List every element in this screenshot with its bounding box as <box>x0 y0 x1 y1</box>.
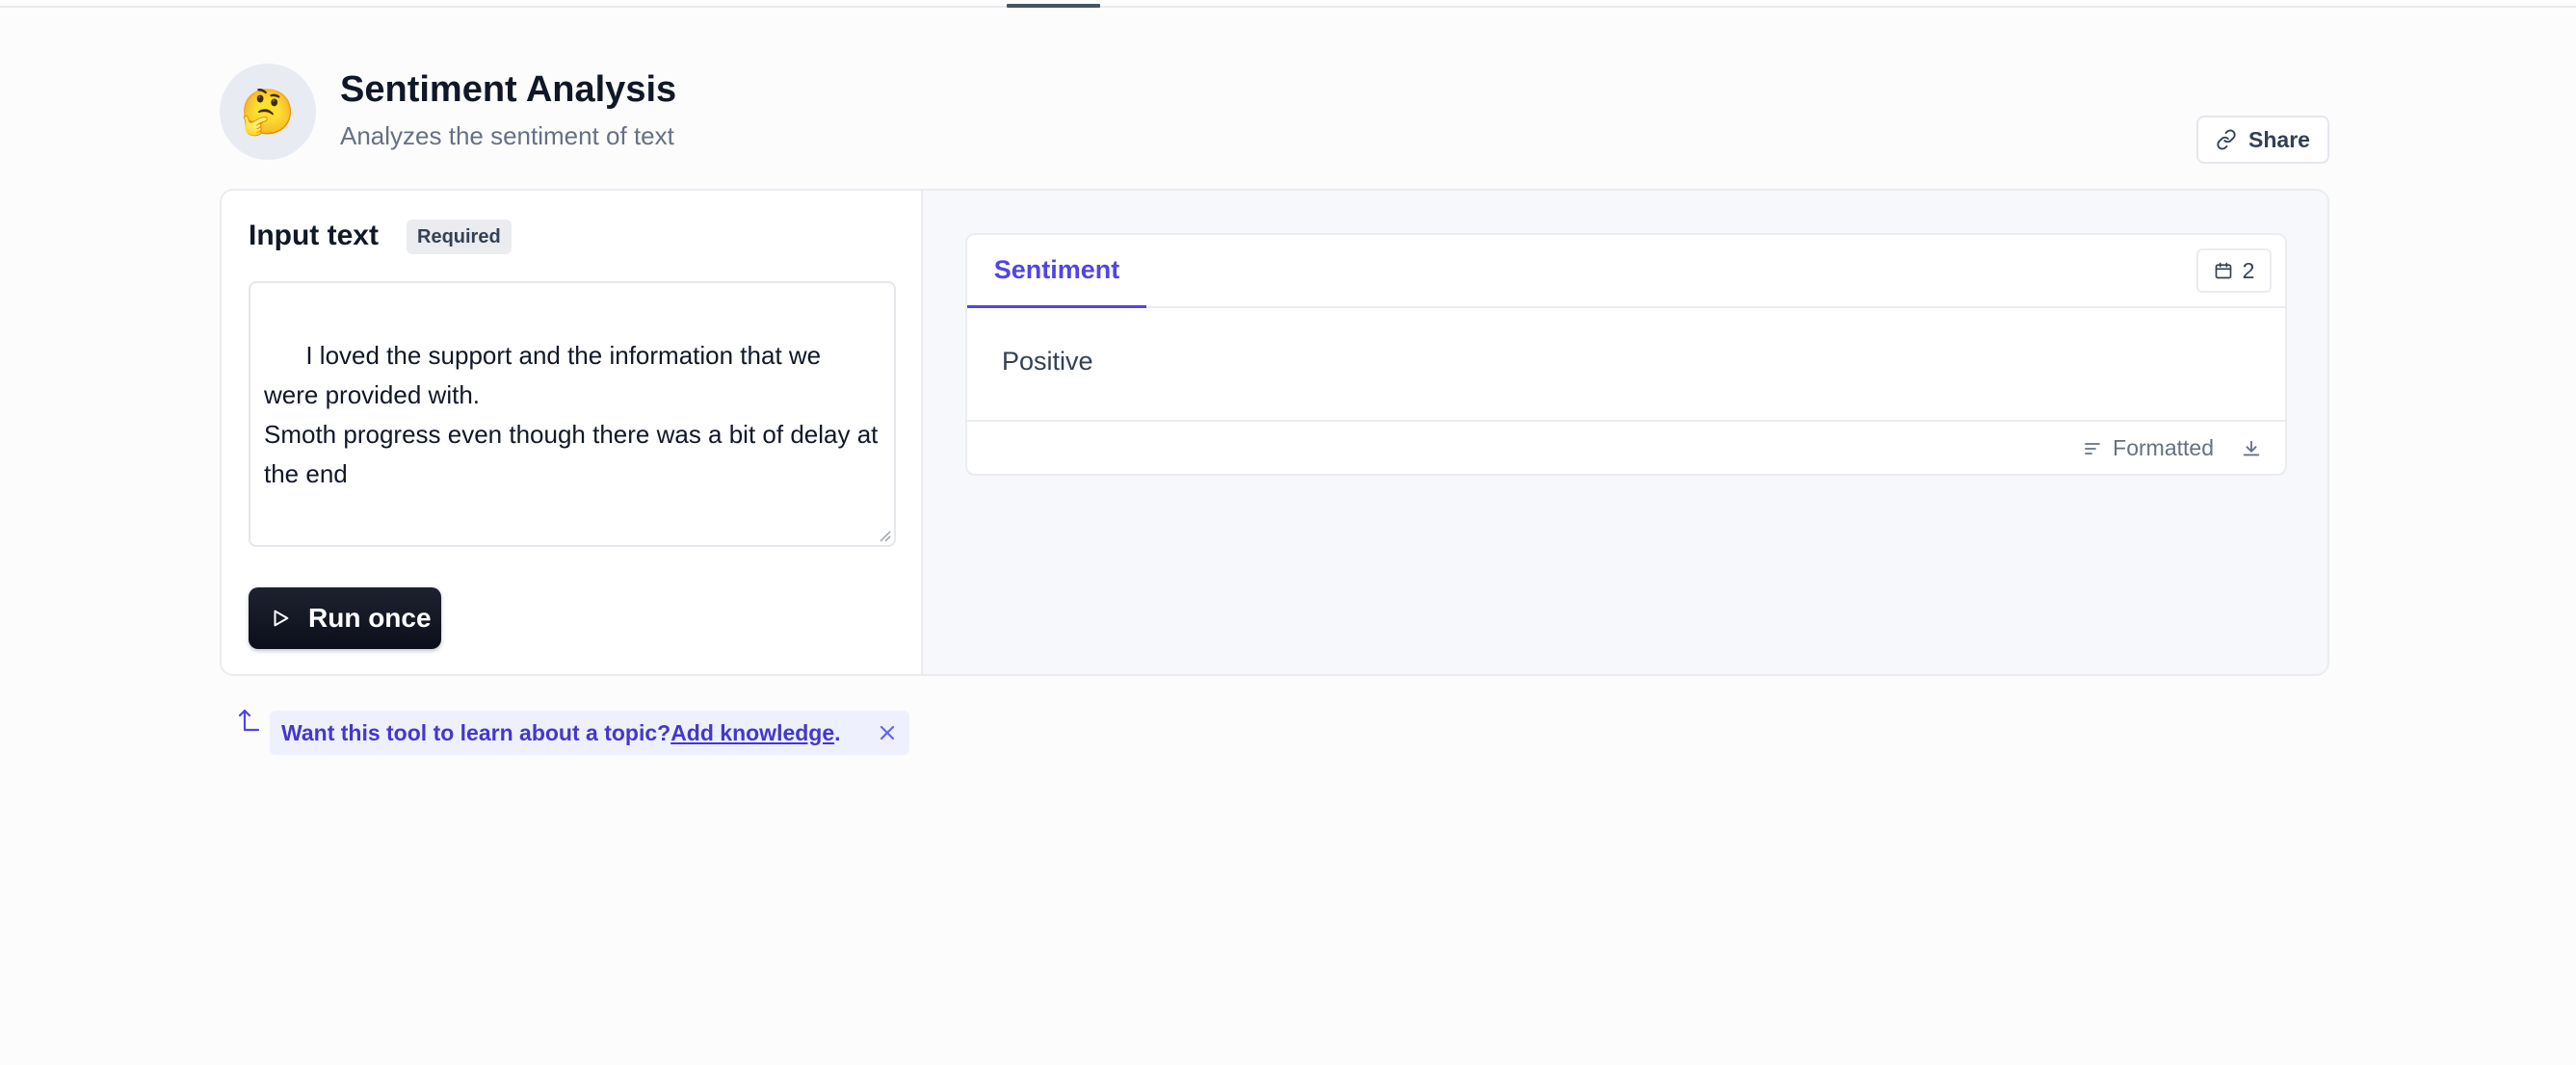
top-nav-bar <box>0 0 2576 8</box>
tool-panel: Input text Required I loved the support … <box>220 189 2329 676</box>
input-pane: Input text Required I loved the support … <box>222 191 923 674</box>
run-once-label: Run once <box>308 603 432 633</box>
sentiment-result: Positive <box>1002 347 1093 376</box>
input-textarea[interactable]: I loved the support and the information … <box>249 281 896 547</box>
output-card: Sentiment 2 Positive Formatted <box>965 233 2287 476</box>
input-label: Input text <box>249 220 379 251</box>
arrow-up-icon <box>238 709 260 732</box>
hint-suffix: . <box>834 719 841 745</box>
add-knowledge-link[interactable]: Add knowledge <box>670 720 834 746</box>
output-tabs: Sentiment 2 <box>967 235 2285 308</box>
run-count-chip[interactable]: 2 <box>2196 248 2272 293</box>
required-badge: Required <box>407 220 512 254</box>
input-text-value: I loved the support and the information … <box>264 341 879 488</box>
page-subtitle: Analyzes the sentiment of text <box>340 121 674 150</box>
active-nav-indicator <box>1007 4 1100 8</box>
share-button[interactable]: Share <box>2196 116 2329 164</box>
link-icon <box>2217 129 2236 150</box>
formatted-toggle[interactable]: Formatted <box>2084 435 2214 461</box>
close-icon[interactable] <box>877 722 898 743</box>
run-once-button[interactable]: Run once <box>249 587 441 649</box>
output-footer: Formatted <box>967 420 2285 476</box>
download-icon[interactable] <box>2241 438 2262 459</box>
resize-handle-icon[interactable] <box>878 529 891 542</box>
run-count: 2 <box>2242 257 2255 283</box>
play-icon <box>274 610 289 627</box>
share-label: Share <box>2248 126 2310 152</box>
thinking-face-emoji: 🤔 <box>240 86 296 137</box>
calendar-icon <box>2215 262 2231 279</box>
page-title: Sentiment Analysis <box>340 69 677 110</box>
formatted-label: Formatted <box>2113 435 2214 460</box>
tool-avatar: 🤔 <box>220 64 316 160</box>
knowledge-hint-banner: Want this tool to learn about a topic? A… <box>270 711 909 755</box>
lines-icon <box>2085 442 2101 455</box>
tab-sentiment[interactable]: Sentiment <box>967 235 1146 308</box>
tool-header: 🤔 Sentiment Analysis Analyzes the sentim… <box>220 64 2329 164</box>
hint-text: Want this tool to learn about a topic? <box>281 719 671 745</box>
